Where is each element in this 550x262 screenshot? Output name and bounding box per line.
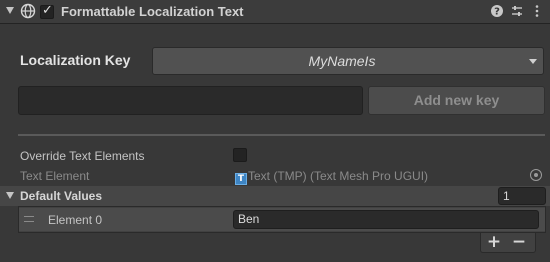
add-new-key-button[interactable]: Add new key <box>368 86 545 115</box>
component-title: Formattable Localization Text <box>61 4 244 19</box>
preset-icon[interactable] <box>510 4 524 18</box>
text-element-value: Text (TMP) (Text Mesh Pro UGUI) <box>248 169 429 183</box>
more-icon[interactable] <box>530 4 544 18</box>
foldout-arrow-icon[interactable] <box>6 192 14 199</box>
element-label: Element 0 <box>48 213 103 227</box>
svg-text:?: ? <box>494 7 500 18</box>
localization-key-label: Localization Key <box>20 52 131 68</box>
section-divider <box>18 134 545 136</box>
add-element-button[interactable]: + <box>486 232 502 252</box>
text-element-field[interactable]: T Text (TMP) (Text Mesh Pro UGUI) <box>235 169 428 185</box>
override-text-elements-checkbox[interactable] <box>233 148 247 162</box>
remove-element-button[interactable]: − <box>511 232 527 252</box>
element-value-field[interactable]: Ben <box>233 210 539 229</box>
localization-key-value: MyNameIs <box>308 53 376 69</box>
list-size-field[interactable]: 1 <box>498 187 546 205</box>
help-icon[interactable]: ? <box>490 4 504 18</box>
text-element-label: Text Element <box>20 169 90 183</box>
default-values-label: Default Values <box>20 189 103 203</box>
drag-handle-icon[interactable] <box>24 216 34 222</box>
foldout-arrow-icon[interactable] <box>6 7 14 14</box>
globe-icon <box>20 3 36 19</box>
new-key-input[interactable] <box>18 86 363 115</box>
override-text-elements-label: Override Text Elements <box>20 149 145 163</box>
checkmark-icon: ✓ <box>42 3 53 18</box>
text-mesh-pro-icon: T <box>235 173 247 185</box>
object-picker-icon[interactable] <box>530 169 542 181</box>
component-enabled-checkbox[interactable]: ✓ <box>40 3 54 19</box>
